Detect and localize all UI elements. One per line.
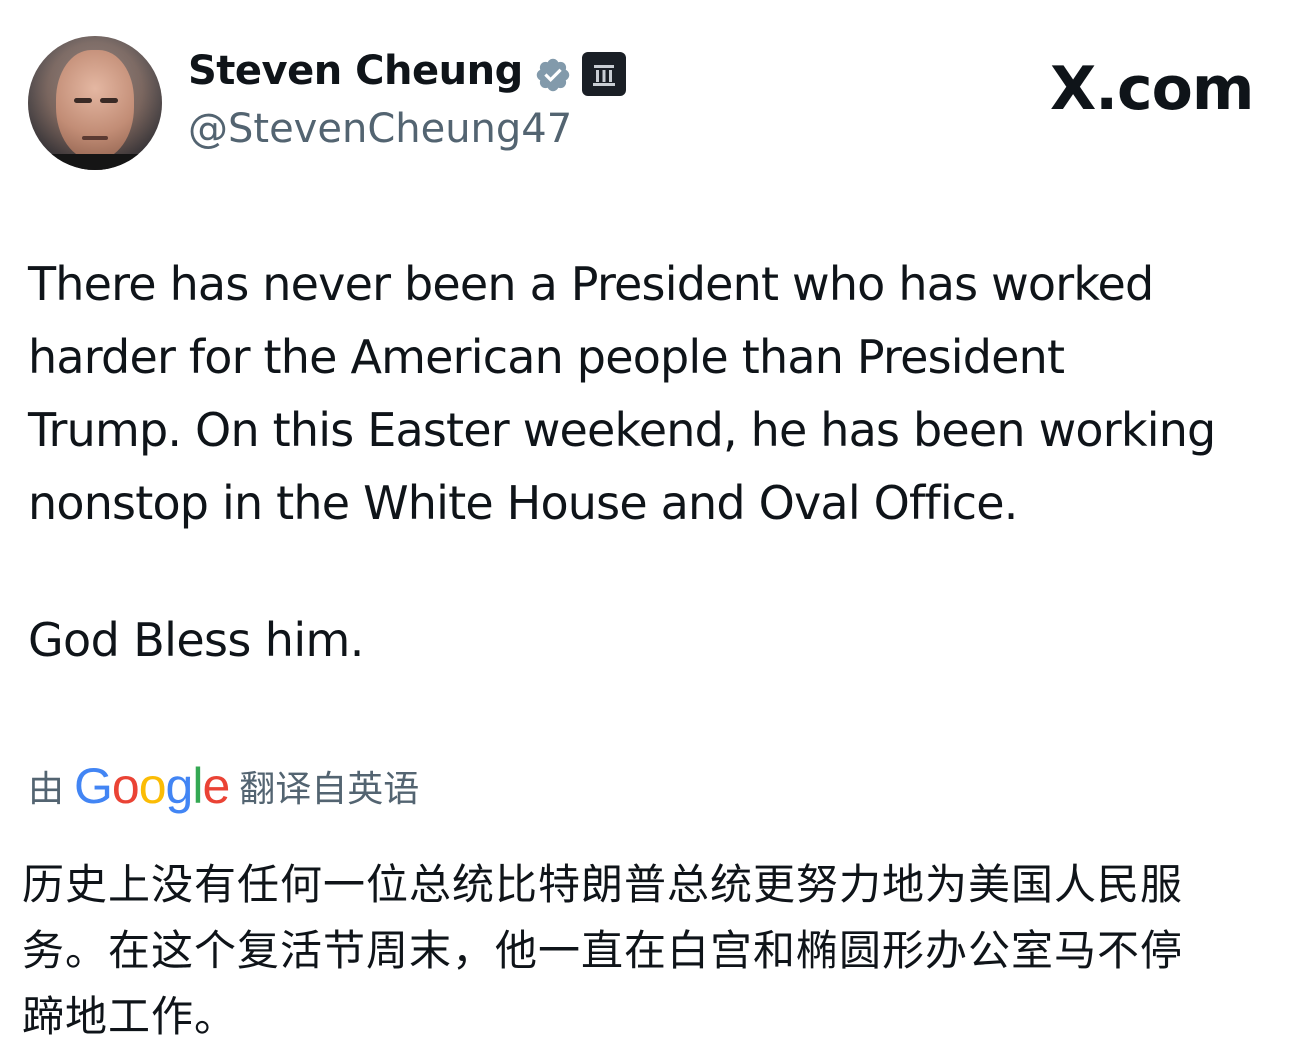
government-affiliation-icon xyxy=(582,52,626,96)
translated-text: 历史上没有任何一位总统比特朗普总统更努力地为美国人民服 务。在这个复活节周末，他… xyxy=(22,860,1184,1041)
verified-badge-icon xyxy=(536,58,570,92)
translation-attribution: 由 Google 翻译自英语 xyxy=(28,758,419,814)
tweet-text: There has never been a President who has… xyxy=(28,257,1216,530)
author-handle[interactable]: @StevenCheung47 xyxy=(188,106,572,152)
avatar[interactable] xyxy=(28,36,162,170)
tweet-closing: God Bless him. xyxy=(28,613,364,667)
tweet-header: Steven Cheung @StevenCheung47 X.com xyxy=(0,0,1292,200)
google-logo: Google xyxy=(74,758,230,814)
author-name[interactable]: Steven Cheung xyxy=(188,48,523,94)
translation-suffix: 翻译自英语 xyxy=(239,769,420,810)
translation-prefix: 由 xyxy=(28,769,65,810)
site-logo: X.com xyxy=(1050,54,1254,124)
